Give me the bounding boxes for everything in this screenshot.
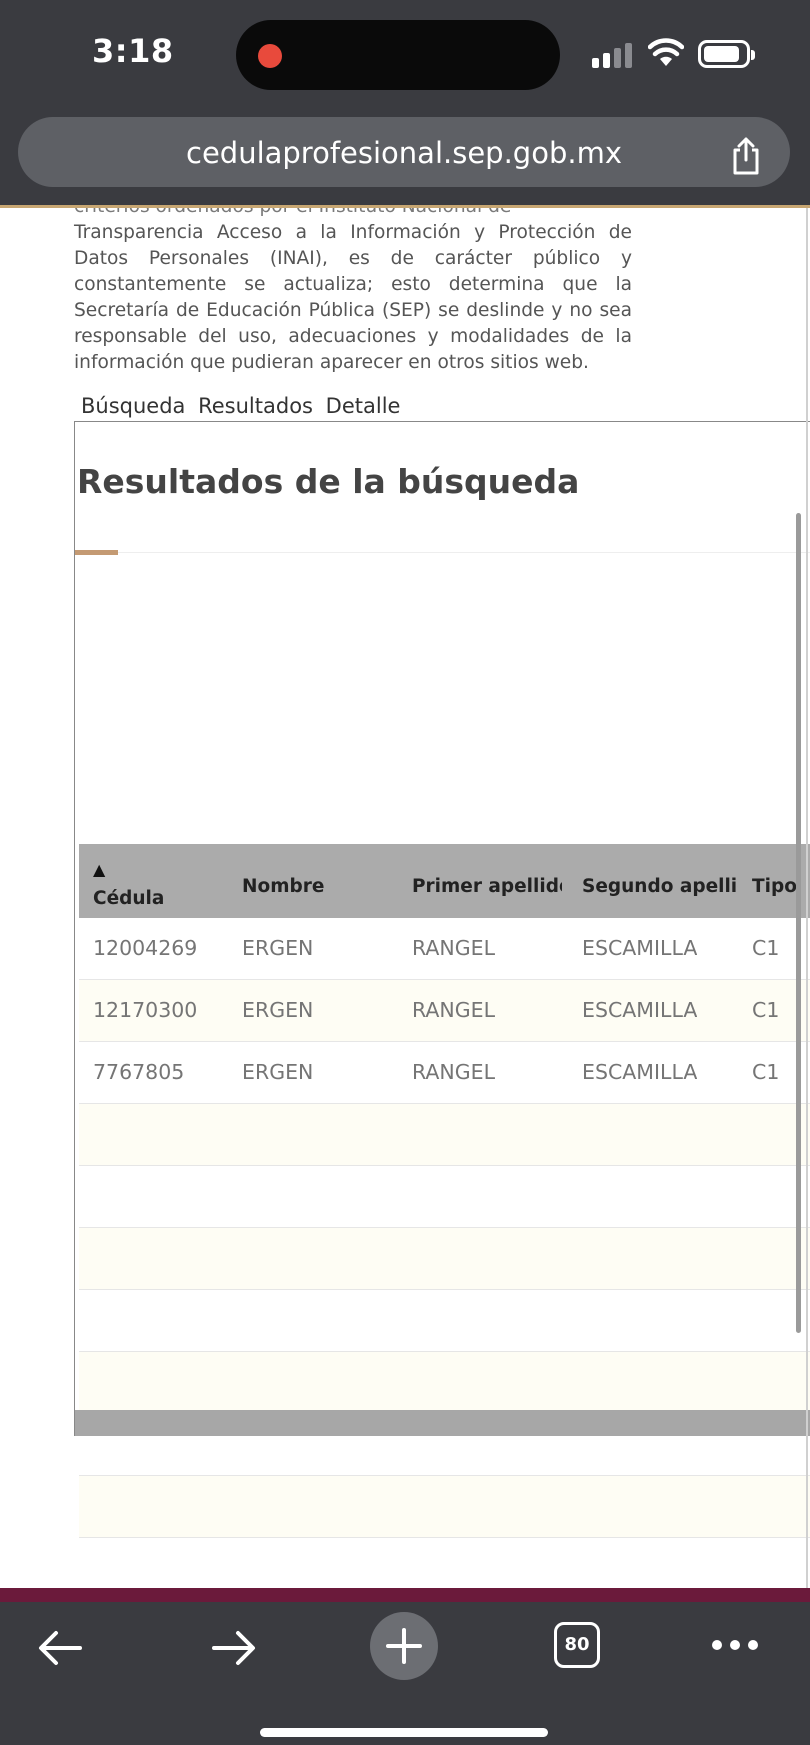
tab-busqueda[interactable]: Búsqueda	[81, 394, 185, 418]
empty-row	[79, 1352, 810, 1414]
title-accent-bar	[75, 550, 118, 555]
empty-row	[79, 1104, 810, 1166]
empty-row	[79, 1476, 810, 1538]
table-header: ▲ Cédula Nombre Primer apellido Segundo …	[79, 844, 810, 918]
tab-resultados[interactable]: Resultados	[198, 394, 313, 418]
back-arrow-icon[interactable]	[36, 1628, 84, 1668]
url-text[interactable]: cedulaprofesional.sep.gob.mx	[18, 136, 790, 170]
cellular-signal-icon	[592, 42, 632, 68]
wifi-icon	[648, 38, 684, 66]
table-row[interactable]: 7767805 ERGEN RANGEL ESCAMILLA C1	[79, 1042, 810, 1104]
plus-icon	[386, 1628, 422, 1664]
title-divider	[75, 552, 810, 553]
disclaimer-body: Transparencia Acceso a la Información y …	[74, 222, 632, 373]
empty-row	[79, 1290, 810, 1352]
table-row[interactable]: 12170300 ERGEN RANGEL ESCAMILLA C1	[79, 980, 810, 1042]
more-icon[interactable]	[712, 1640, 758, 1650]
sort-ascending-icon[interactable]: ▲	[93, 860, 105, 879]
footer-color-band	[0, 1588, 810, 1602]
browser-bottom-toolbar: 80	[0, 1602, 810, 1745]
results-panel: Resultados de la búsqueda ▲ Cédula Nombr…	[74, 421, 810, 1538]
column-header-segundo-apellido[interactable]: Segundo apellido	[582, 844, 738, 918]
new-tab-button[interactable]	[370, 1612, 438, 1680]
results-title: Resultados de la búsqueda	[77, 462, 580, 501]
column-header-cedula[interactable]: ▲ Cédula	[79, 844, 229, 918]
table-row[interactable]: 12004269 ERGEN RANGEL ESCAMILLA C1	[79, 918, 810, 980]
table-scrollbar[interactable]	[796, 513, 801, 1333]
disclaimer-text: criterios ordenados por el Instituto Nac…	[74, 208, 632, 376]
table-footer-bar	[75, 1410, 810, 1436]
disclaimer-partial-line: criterios ordenados por el Instituto Nac…	[74, 208, 632, 220]
status-time: 3:18	[92, 32, 174, 70]
page-edge-rule	[806, 208, 808, 1588]
column-header-tipo[interactable]: Tipo	[752, 844, 810, 918]
breadcrumb-tabs: Búsqueda Resultados Detalle	[81, 394, 406, 418]
empty-row	[79, 1228, 810, 1290]
share-icon[interactable]	[728, 136, 764, 176]
tab-detalle[interactable]: Detalle	[326, 394, 401, 418]
recording-dot-icon	[258, 44, 282, 68]
forward-arrow-icon[interactable]	[210, 1628, 258, 1668]
column-header-primer-apellido[interactable]: Primer apellido	[412, 844, 562, 918]
web-content: criterios ordenados por el Instituto Nac…	[0, 208, 810, 1588]
address-bar[interactable]: cedulaprofesional.sep.gob.mx	[18, 117, 790, 187]
home-indicator[interactable]	[260, 1728, 548, 1737]
tabs-button[interactable]: 80	[554, 1622, 600, 1668]
empty-row	[79, 1166, 810, 1228]
battery-icon	[698, 40, 755, 68]
column-header-nombre[interactable]: Nombre	[242, 844, 392, 918]
dynamic-island	[236, 20, 560, 90]
browser-top-chrome: 3:18 cedulaprofesional.sep.gob.mx	[0, 0, 810, 208]
